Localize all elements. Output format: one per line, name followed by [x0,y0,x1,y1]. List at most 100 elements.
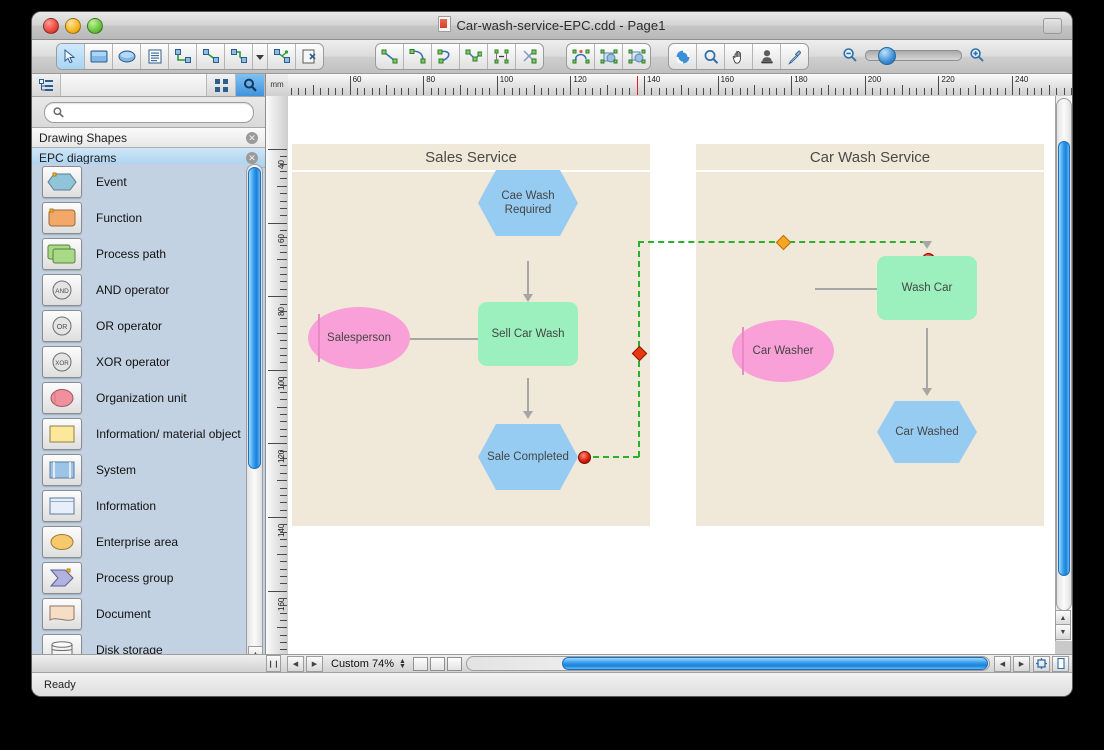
ruler-minor-tick [437,88,439,95]
arc-icon[interactable] [404,44,432,69]
page-view-button-2[interactable] [429,656,445,671]
shape-car-washed[interactable]: Car Washed [877,401,977,463]
close-icon[interactable]: ✕ [246,131,258,144]
union-icon[interactable] [595,44,623,69]
shape-item-information[interactable]: Information [32,488,250,524]
rectangle-icon[interactable] [85,44,113,69]
horizontal-ruler[interactable]: 406080100120140160180200220240260 [288,74,1072,97]
selected-connector-segment-1[interactable] [583,456,639,458]
shape-item-process-path[interactable]: Process path [32,236,250,272]
next-page-icon[interactable]: ▶ [306,655,323,672]
grid-view-icon[interactable] [207,74,236,96]
canvas-vertical-scrollbar-thumb[interactable] [1058,141,1070,576]
line-segment-icon[interactable] [376,44,404,69]
scroll-left-button[interactable]: ◀ [994,655,1011,672]
tree-view-icon[interactable] [32,74,61,96]
ellipse-icon[interactable] [113,44,141,69]
zoom-slider-knob[interactable] [878,46,896,65]
chevron-down-icon[interactable] [253,44,268,69]
shape-item-event[interactable]: Event [32,164,250,200]
text-block-icon[interactable] [141,44,169,69]
ruler-minor-tick [474,88,476,95]
hand-icon[interactable] [725,44,753,69]
scroll-right-button[interactable]: ▶ [1013,655,1030,672]
sidebar-group-drawing-shapes[interactable]: Drawing Shapes ✕ [32,128,265,148]
elbow-connector-icon[interactable] [169,44,197,69]
shape-item-xor-operator[interactable]: XOR XOR operator [32,344,250,380]
or-circle-icon: OR [42,310,82,342]
ruler-minor-tick [1063,88,1065,95]
search-box[interactable] [43,101,254,123]
zoom-stepper[interactable]: ▲ ▼ [399,658,406,670]
shape-item-and-operator[interactable]: AND AND operator [32,272,250,308]
canvas-horizontal-scrollbar-thumb[interactable] [561,657,988,670]
zoom-level-select[interactable]: Custom 74% ▲ ▼ [331,658,406,670]
shape-salesperson[interactable]: Salesperson [308,307,410,369]
drawing-canvas[interactable]: Sales Service Car Wash Service Cae Wash … [288,96,1055,657]
ruler-minor-tick [277,480,287,482]
sidebar-scrollbar[interactable] [246,164,263,662]
connector-car-washer-to-wash-car[interactable] [815,288,877,290]
shape-item-or-operator[interactable]: OR OR operator [32,308,250,344]
page-icon[interactable] [1052,655,1069,672]
pause-button[interactable]: ❙❙ [266,655,281,672]
shape-wash-car[interactable]: Wash Car [877,256,977,320]
straight-connector-icon[interactable] [197,44,225,69]
connector-wash-car-to-car-washed[interactable] [926,328,928,393]
edit-points-icon[interactable] [460,44,488,69]
page-view-buttons [412,656,462,671]
smart-connector-icon[interactable] [268,44,296,69]
fit-page-icon[interactable] [1033,655,1050,672]
shape-cae-wash-required[interactable]: Cae Wash Required [478,170,578,236]
toolbar-toggle-button[interactable] [1043,18,1062,34]
stamp-icon[interactable] [753,44,781,69]
shape-sell-car-wash[interactable]: Sell Car Wash [478,302,578,366]
fragment-icon[interactable] [623,44,650,69]
shape-item-document[interactable]: Document [32,596,250,632]
zoom-slider-track[interactable] [865,46,962,65]
shape-item-information-material-object[interactable]: Information/ material object [32,416,250,452]
close-icon[interactable]: ✕ [246,151,258,164]
search-input[interactable] [67,105,245,119]
shape-item-function[interactable]: Function [32,200,250,236]
zoom-in-icon[interactable] [969,47,985,63]
shape-item-process-group[interactable]: Process group [32,560,250,596]
page-view-button-1[interactable] [412,656,428,671]
connector-salesperson-to-sell[interactable] [410,338,478,340]
ruler-label: 100 [277,376,286,390]
sidebar-scrollbar-thumb[interactable] [248,167,261,469]
align-points-icon[interactable] [488,44,516,69]
zoom-out-icon[interactable] [842,47,858,63]
delete-point-icon[interactable] [296,44,323,69]
refresh-icon[interactable] [669,44,697,69]
ruler-minor-tick [960,88,962,95]
shape-item-label: Information/ material object [96,427,241,441]
rotate-icon[interactable] [567,44,595,69]
shape-sale-completed[interactable]: Sale Completed [478,424,578,490]
pointer-icon[interactable] [57,44,85,69]
ruler-major-tick [644,76,645,95]
curved-connector-icon[interactable] [225,44,253,69]
vertical-ruler[interactable]: 406080100120140160180 [266,96,289,674]
ruler-minor-tick [280,531,287,533]
connector-endpoint-start[interactable] [578,451,591,464]
shape-item-organization-unit[interactable]: Organization unit [32,380,250,416]
scissors-icon[interactable] [516,44,543,69]
shape-item-system[interactable]: System [32,452,250,488]
shape-car-washer[interactable]: Car Washer [732,320,834,382]
ruler-minor-tick [724,88,726,95]
bezier-icon[interactable] [432,44,460,69]
ruler-minor-tick [967,88,969,95]
page[interactable]: Sales Service Car Wash Service Cae Wash … [288,96,1055,657]
magnifier-icon[interactable] [697,44,725,69]
zoom-slider-control[interactable] [842,46,985,65]
canvas-vertical-scrollbar-track[interactable]: ▲ ▼ [1055,96,1072,641]
search-view-icon[interactable] [236,74,265,96]
ruler-label: 80 [426,75,436,84]
prev-page-icon[interactable]: ◀ [287,655,304,672]
canvas-scroll-down-button[interactable]: ▼ [1055,624,1071,640]
canvas-vertical-scrollbar[interactable] [1056,98,1072,611]
shape-item-enterprise-area[interactable]: Enterprise area [32,524,250,560]
page-view-button-3[interactable] [446,656,462,671]
eyedropper-icon[interactable] [781,44,808,69]
